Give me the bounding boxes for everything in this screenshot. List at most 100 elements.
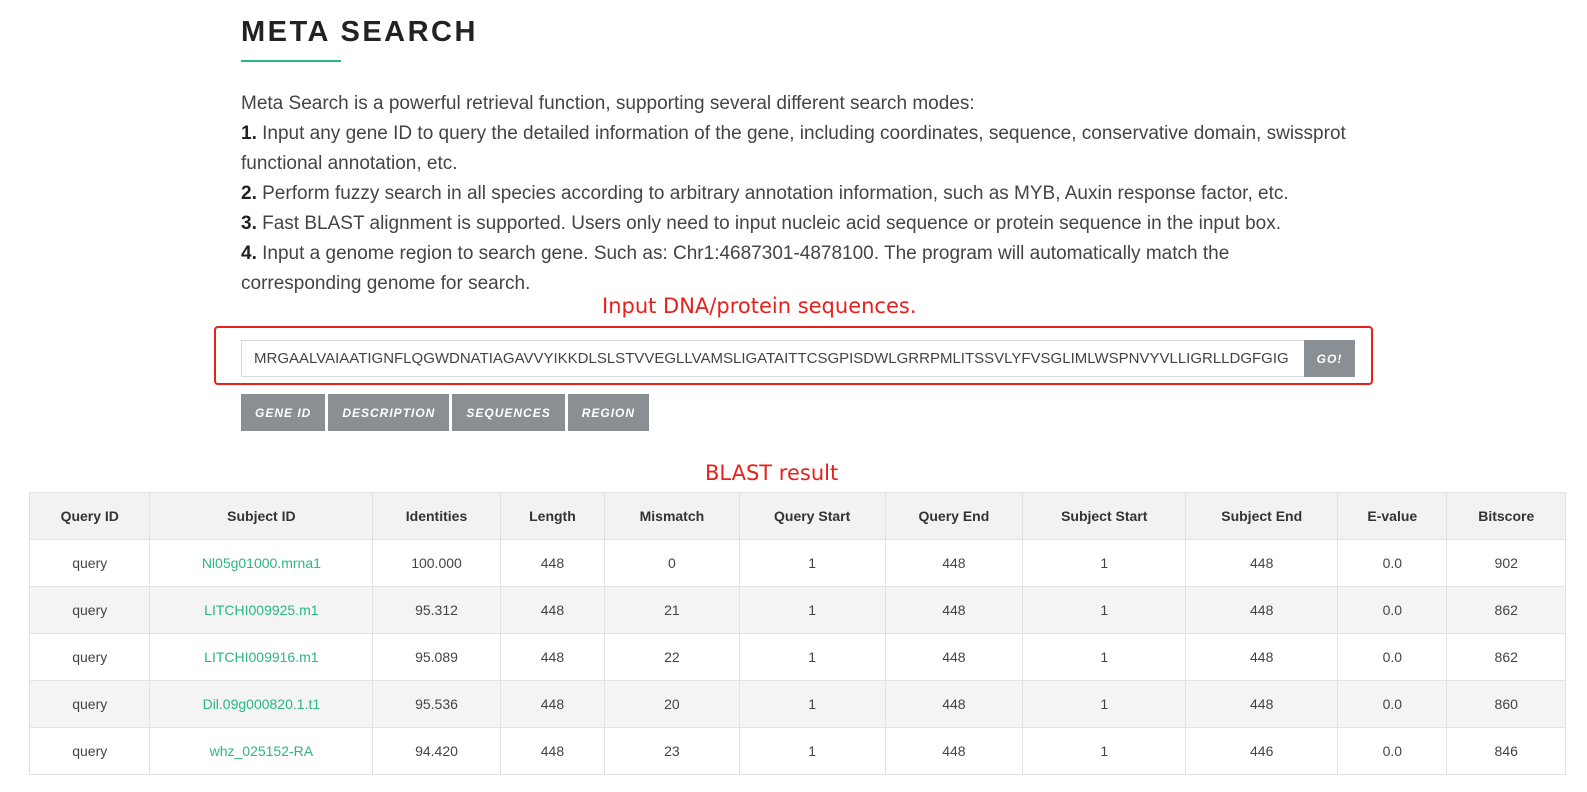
column-header: Mismatch (604, 492, 740, 540)
table-cell: 0.0 (1337, 586, 1448, 634)
intro-item-text: Input any gene ID to query the detailed … (241, 123, 1346, 174)
table-cell: 448 (499, 586, 606, 634)
table-cell: 1 (738, 680, 886, 728)
table-cell: query (28, 727, 151, 775)
page-title: META SEARCH (241, 16, 478, 48)
subject-id-cell: LITCHI009916.m1 (149, 633, 374, 681)
intro-item-text: Perform fuzzy search in all species acco… (256, 183, 1289, 204)
table-cell: query (28, 586, 151, 634)
table-cell: 0.0 (1337, 680, 1448, 728)
table-cell: 23 (604, 727, 740, 775)
column-header: Subject Start (1022, 492, 1187, 540)
table-cell: query (28, 539, 151, 587)
table-cell: 448 (884, 727, 1024, 775)
table-header-row: Query ID Subject ID Identities Length Mismat… (28, 492, 1566, 540)
column-header: Subject ID (149, 492, 374, 540)
intro-item-number: 3. (241, 213, 257, 234)
table-cell: 1 (1022, 680, 1187, 728)
table-row: query LITCHI009916.m1 95.089 448 22 1 448 1 448 0… (28, 633, 1566, 681)
mode-tab-region[interactable]: REGION (567, 394, 650, 431)
table-row: query whz_025152-RA 94.420 448 23 1 448 1 446 0.0… (28, 727, 1566, 775)
table-cell: query (28, 633, 151, 681)
table-cell: 448 (1185, 539, 1339, 587)
table-cell: 0.0 (1337, 539, 1448, 587)
intro-item-number: 2. (241, 183, 257, 204)
subject-id-link[interactable]: whz_025152-RA (210, 743, 314, 759)
mode-tab-description[interactable]: DESCRIPTION (328, 394, 450, 431)
table-cell: 448 (1185, 586, 1339, 634)
blast-result-table: Query ID Subject ID Identities Length Mismat… (28, 492, 1566, 775)
table-cell: 1 (1022, 727, 1187, 775)
table-cell: 846 (1446, 727, 1566, 775)
mode-tab-sequences[interactable]: SEQUENCES (452, 394, 565, 431)
table-cell: 1 (1022, 633, 1187, 681)
table-cell: 0.0 (1337, 727, 1448, 775)
table-cell: 1 (738, 633, 886, 681)
column-header: E-value (1337, 492, 1448, 540)
table-cell: 448 (1185, 633, 1339, 681)
table-cell: 1 (1022, 539, 1187, 587)
subject-id-cell: Dil.09g000820.1.t1 (149, 680, 374, 728)
subject-id-link[interactable]: LITCHI009916.m1 (204, 649, 318, 665)
table-row: query LITCHI009925.m1 95.312 448 21 1 448 1 448 0… (28, 586, 1566, 634)
column-header: Subject End (1185, 492, 1339, 540)
table-cell: 448 (884, 680, 1024, 728)
intro-item-text: Fast BLAST alignment is supported. Users… (256, 213, 1282, 234)
table-cell: 448 (499, 680, 606, 728)
table-cell: 1 (1022, 586, 1187, 634)
subject-id-link[interactable]: Dil.09g000820.1.t1 (203, 696, 321, 712)
intro-description: Meta Search is a powerful retrieval func… (241, 89, 1351, 299)
table-cell: 0 (604, 539, 740, 587)
table-cell: 95.536 (372, 680, 501, 728)
result-annotation-label: BLAST result (705, 461, 839, 485)
table-cell: 22 (604, 633, 740, 681)
intro-item-number: 4. (241, 243, 257, 264)
table-cell: 448 (884, 633, 1024, 681)
column-header: Length (499, 492, 606, 540)
search-mode-tabs: GENE ID DESCRIPTION SEQUENCES REGION (241, 394, 650, 431)
column-header: Query Start (738, 492, 886, 540)
table-cell: 860 (1446, 680, 1566, 728)
subject-id-cell: LITCHI009925.m1 (149, 586, 374, 634)
table-cell: 95.312 (372, 586, 501, 634)
column-header: Identities (372, 492, 501, 540)
table-cell: 100.000 (372, 539, 501, 587)
table-cell: 448 (884, 586, 1024, 634)
table-cell: 448 (1185, 680, 1339, 728)
column-header: Bitscore (1446, 492, 1566, 540)
input-annotation-label: Input DNA/protein sequences. (602, 294, 917, 318)
subject-id-cell: Nl05g01000.mrna1 (149, 539, 374, 587)
table-row: query Dil.09g000820.1.t1 95.536 448 20 1 448 1 4… (28, 680, 1566, 728)
column-header: Query ID (28, 492, 151, 540)
table-cell: 862 (1446, 586, 1566, 634)
intro-item-number: 1. (241, 123, 257, 144)
intro-item-3: 3. Fast BLAST alignment is supported. Us… (241, 209, 1351, 239)
table-cell: 448 (499, 633, 606, 681)
table-cell: 448 (884, 539, 1024, 587)
table-cell: 95.089 (372, 633, 501, 681)
table-cell: 20 (604, 680, 740, 728)
go-button[interactable]: GO! (1304, 340, 1355, 377)
table-body: query Nl05g01000.mrna1 100.000 448 0 1 448 1 448… (28, 539, 1566, 775)
subject-id-link[interactable]: LITCHI009925.m1 (204, 602, 318, 618)
table-cell: 446 (1185, 727, 1339, 775)
table-cell: 21 (604, 586, 740, 634)
table-row: query Nl05g01000.mrna1 100.000 448 0 1 448 1 448… (28, 539, 1566, 587)
table-cell: 0.0 (1337, 633, 1448, 681)
intro-item-4: 4. Input a genome region to search gene.… (241, 239, 1351, 299)
sequence-search-input[interactable] (241, 340, 1304, 377)
title-underline (241, 60, 341, 62)
table-cell: 1 (738, 539, 886, 587)
intro-lead: Meta Search is a powerful retrieval func… (241, 93, 975, 114)
table-cell: query (28, 680, 151, 728)
table-cell: 1 (738, 727, 886, 775)
table-cell: 902 (1446, 539, 1566, 587)
table-cell: 94.420 (372, 727, 501, 775)
subject-id-cell: whz_025152-RA (149, 727, 374, 775)
table-cell: 862 (1446, 633, 1566, 681)
mode-tab-gene-id[interactable]: GENE ID (241, 394, 326, 431)
intro-item-1: 1. Input any gene ID to query the detail… (241, 119, 1351, 179)
intro-item-2: 2. Perform fuzzy search in all species a… (241, 179, 1351, 209)
subject-id-link[interactable]: Nl05g01000.mrna1 (202, 555, 321, 571)
table-cell: 1 (738, 586, 886, 634)
